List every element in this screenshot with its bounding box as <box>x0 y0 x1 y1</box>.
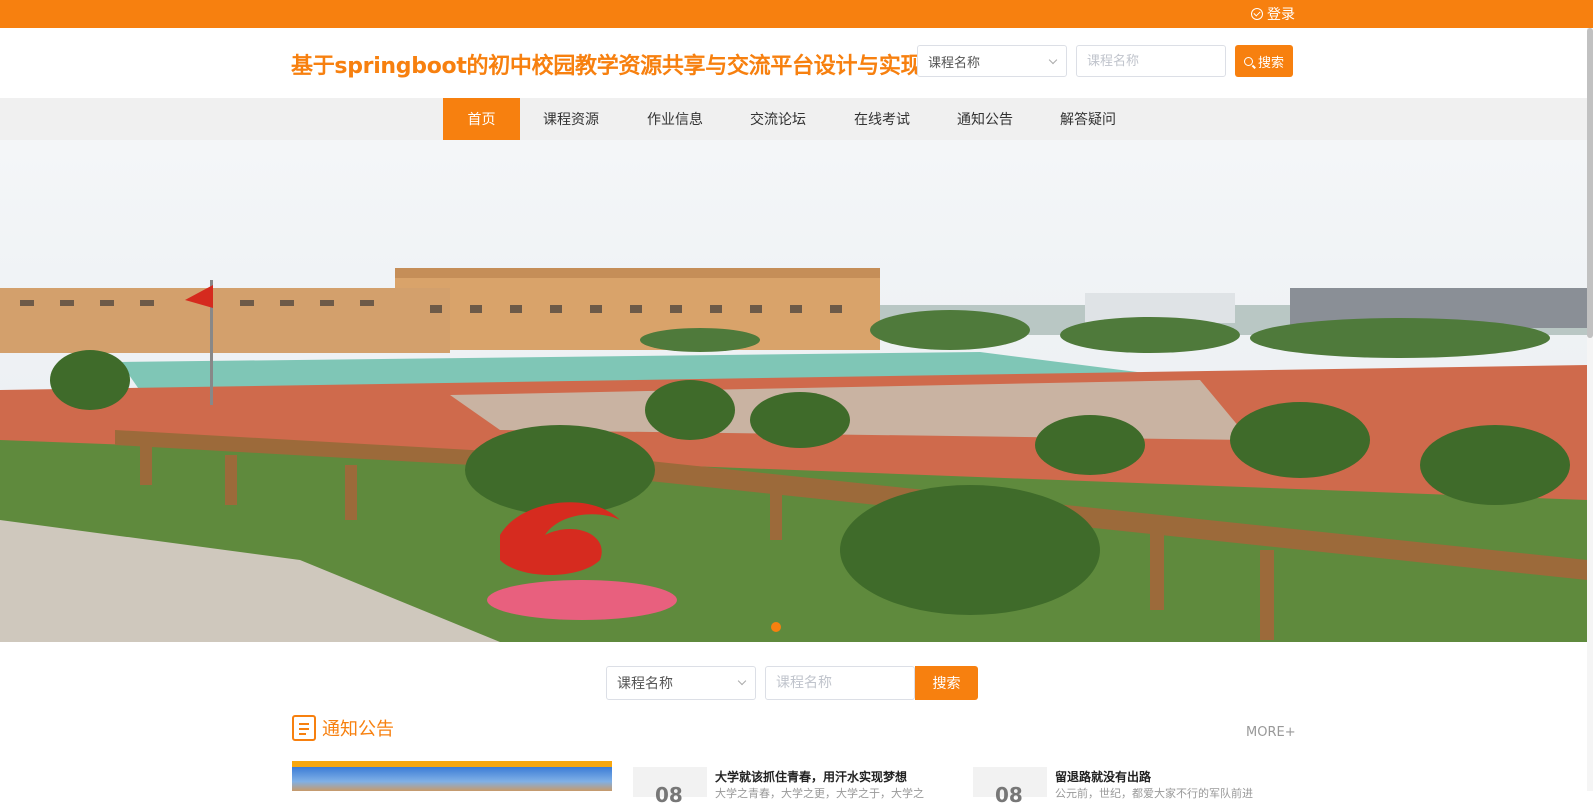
search-button-2[interactable]: 搜索 <box>915 666 978 700</box>
nav-item-label: 在线考试 <box>854 112 910 128</box>
search-category-select-2[interactable]: 课程名称 <box>606 666 756 700</box>
search-category-value: 课程名称 <box>928 55 981 71</box>
notice-cover-image[interactable] <box>292 761 612 791</box>
search-button-label: 搜索 <box>1257 55 1284 71</box>
nav-item-qa[interactable]: 解答疑问 <box>1053 98 1123 140</box>
search-icon <box>1243 56 1253 66</box>
nav-item-notice[interactable]: 通知公告 <box>950 98 1020 140</box>
search-category-select[interactable]: 课程名称 <box>917 45 1067 77</box>
nav-item-label: 课程资源 <box>543 112 599 128</box>
nav-item-label: 作业信息 <box>647 112 703 128</box>
search-input-2[interactable] <box>765 666 915 700</box>
nav-item-label: 交流论坛 <box>750 112 806 128</box>
nav-item-homework[interactable]: 作业信息 <box>640 98 710 140</box>
chevron-down-icon <box>737 676 747 686</box>
nav-item-home[interactable]: 首页 <box>443 98 520 140</box>
header: 基于springboot的初中校园教学资源共享与交流平台设计与实现 课程名称 搜… <box>0 28 1593 98</box>
search-input[interactable] <box>1076 45 1226 77</box>
check-circle-icon <box>1251 8 1263 20</box>
nav-item-exam[interactable]: 在线考试 <box>847 98 917 140</box>
notice-section-title: 通知公告 <box>322 719 394 740</box>
document-icon <box>292 715 316 741</box>
notice-section-header: 通知公告 <box>292 715 394 741</box>
search-category-value: 课程名称 <box>617 676 673 692</box>
search-button[interactable]: 搜索 <box>1235 45 1293 77</box>
more-link[interactable]: MORE+ <box>1246 725 1296 740</box>
scrollbar-thumb[interactable] <box>1587 28 1593 338</box>
campus-photo <box>0 140 1587 642</box>
notice-item-title[interactable]: 大学就该抓住青春，用汗水实现梦想 <box>715 768 907 785</box>
campus-banner-image[interactable] <box>0 140 1587 642</box>
page-scrollbar[interactable] <box>1587 28 1593 791</box>
search-button-label: 搜索 <box>932 676 961 692</box>
date-box: 08 <box>973 767 1047 807</box>
login-link[interactable]: 登录 <box>1251 4 1295 24</box>
nav-item-label: 通知公告 <box>957 112 1013 128</box>
chevron-down-icon <box>1048 55 1058 65</box>
notice-item-title[interactable]: 留退路就没有出路 <box>1055 768 1151 785</box>
top-bar: 登录 <box>0 0 1593 28</box>
notice-item-summary: 大学之青春，大学之更，大学之于，大学之 <box>715 787 924 800</box>
nav-item-courses[interactable]: 课程资源 <box>536 98 606 140</box>
notice-item-summary: 公元前，世纪，都爱大家不行的军队前进 <box>1055 787 1253 800</box>
nav-item-label: 解答疑问 <box>1060 112 1116 128</box>
nav-item-label: 首页 <box>467 112 496 128</box>
carousel-indicator[interactable] <box>771 622 781 632</box>
login-label: 登录 <box>1267 7 1295 23</box>
site-title: 基于springboot的初中校园教学资源共享与交流平台设计与实现 <box>291 54 923 79</box>
nav-item-forum[interactable]: 交流论坛 <box>743 98 813 140</box>
main-nav: 首页 课程资源 作业信息 交流论坛 在线考试 通知公告 解答疑问 <box>0 98 1593 140</box>
date-box: 08 <box>633 767 707 807</box>
